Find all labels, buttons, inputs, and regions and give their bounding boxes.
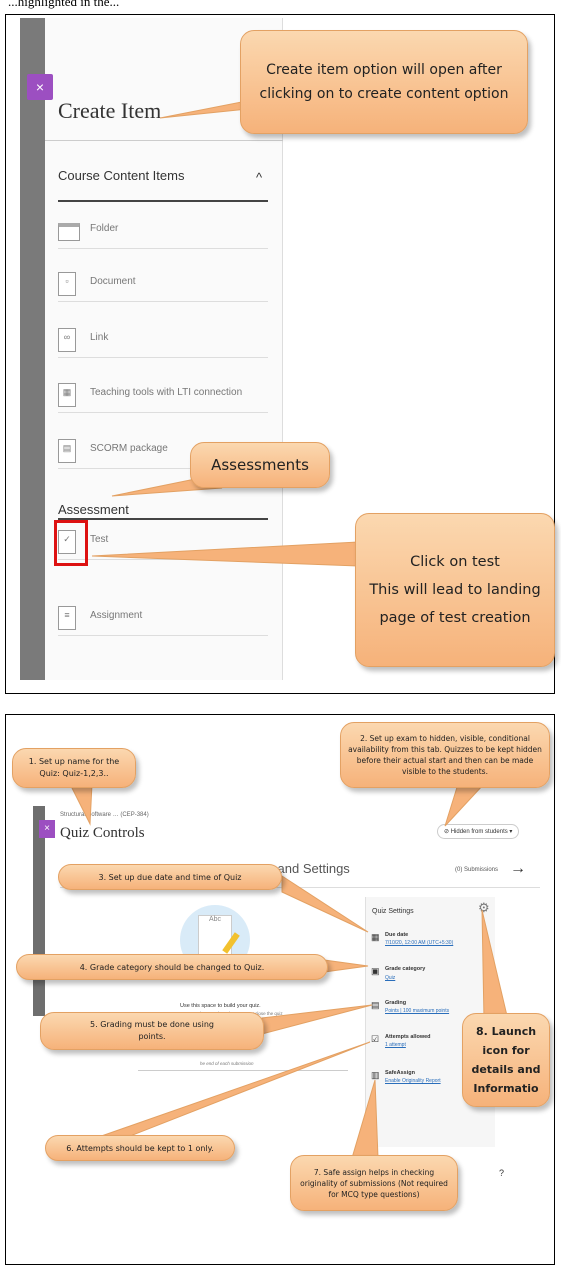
due-date-label: Due date — [385, 932, 409, 938]
content-item-folder[interactable]: Folder — [58, 213, 268, 249]
safeassign-link[interactable]: Enable Originality Report — [385, 1078, 441, 1084]
callout-create-item: Create item option will open after click… — [240, 30, 528, 134]
content-item-document[interactable]: ▫ Document — [58, 266, 268, 302]
due-date-link[interactable]: 7/10/20, 12:00 AM (UTC+5:30) — [385, 940, 453, 946]
close-quiz-button[interactable]: × — [39, 820, 55, 838]
section-course-content-items: Course Content Items — [58, 168, 185, 183]
item-label: Assignment — [90, 610, 143, 621]
document-icon: ▫ — [58, 272, 76, 296]
content-item-test[interactable]: ✓ Test — [58, 524, 268, 560]
callout-grade-category: 4. Grade category should be changed to Q… — [16, 954, 328, 980]
scorm-icon: ▤ — [58, 439, 76, 463]
item-label: Document — [90, 276, 136, 287]
section-assessment: Assessment — [58, 502, 129, 517]
close-create-item-button[interactable]: × — [27, 74, 53, 100]
attempts-link[interactable]: 1 attempt — [385, 1042, 406, 1048]
breadcrumb[interactable]: Structural Software … (CEP-384) — [60, 812, 149, 818]
create-item-title: Create Item — [58, 98, 162, 123]
build-quiz-text: Use this space to build your quiz. — [180, 1003, 261, 1009]
callout-attempts: 6. Attempts should be kept to 1 only. — [45, 1135, 235, 1161]
arrow-right-icon[interactable]: → — [510, 860, 526, 878]
safeassign-icon: ▥ — [371, 1070, 380, 1080]
gear-icon[interactable]: ⚙ — [478, 900, 490, 916]
visibility-label: Hidden from students — [450, 829, 508, 835]
page-title[interactable]: Quiz Controls — [60, 825, 145, 842]
calendar-icon: ▦ — [371, 932, 380, 942]
visibility-dropdown[interactable]: ⊘ Hidden from students ▾ — [437, 824, 520, 839]
section-divider — [58, 518, 268, 520]
help-icon[interactable]: ? — [499, 1168, 504, 1178]
title-divider — [45, 140, 283, 141]
grade-category-link[interactable]: Quiz — [385, 975, 395, 981]
grading-icon: ▤ — [371, 1000, 380, 1010]
callout-visibility: 2. Set up exam to hidden, visible, condi… — [340, 722, 550, 788]
course-sidebar-strip — [20, 18, 45, 680]
attempts-label: Attempts allowed — [385, 1034, 431, 1040]
item-label: Teaching tools with LTI connection — [90, 387, 243, 398]
lti-icon: ▦ — [58, 383, 76, 407]
grading-link[interactable]: Points | 100 maximum points — [385, 1008, 449, 1014]
callout-quiz-name: 1. Set up name for the Quiz: Quiz-1,2,3.… — [12, 748, 136, 788]
content-divider — [138, 1070, 348, 1071]
content-item-assignment[interactable]: ≡ Assignment — [58, 600, 268, 636]
callout-due-date: 3. Set up due date and time of Quiz — [58, 864, 282, 890]
assignment-icon: ≡ — [58, 606, 76, 630]
attempts-icon: ☑ — [371, 1034, 380, 1044]
content-item-link[interactable]: ∞ Link — [58, 322, 268, 358]
link-icon: ∞ — [58, 328, 76, 352]
content-item-lti[interactable]: ▦ Teaching tools with LTI connection — [58, 377, 268, 413]
top-caption: ...highlighted in the... — [8, 0, 120, 9]
callout-launch-icon: 8. Launch icon for details and Informati… — [462, 1013, 550, 1107]
test-highlight-box — [54, 520, 88, 566]
callout-grading: 5. Grading must be done using points. — [40, 1012, 264, 1050]
submission-end-text: he end of each submission — [200, 1061, 254, 1066]
chevron-up-icon[interactable]: ^ — [256, 170, 262, 185]
callout-safeassign: 7. Safe assign helps in checking origina… — [290, 1155, 458, 1211]
chevron-down-icon: ▾ — [507, 829, 513, 835]
submissions-link[interactable]: (0) Submissions — [455, 867, 498, 873]
folder-icon — [58, 223, 80, 241]
eye-off-icon: ⊘ — [444, 829, 451, 835]
item-label: SCORM package — [90, 443, 168, 454]
safeassign-label: SafeAssign — [385, 1070, 415, 1076]
item-label: Link — [90, 332, 109, 343]
quiz-settings-title: Quiz Settings — [372, 908, 414, 915]
section-divider — [58, 200, 268, 202]
item-label: Folder — [90, 223, 119, 234]
callout-click-test: Click on test This will lead to landing … — [355, 513, 555, 667]
grade-category-label: Grade category — [385, 966, 426, 972]
grade-icon: ▣ — [371, 966, 380, 976]
callout-assessments: Assessments — [190, 442, 330, 488]
item-label: Test — [90, 534, 109, 545]
grading-label: Grading — [385, 1000, 407, 1006]
